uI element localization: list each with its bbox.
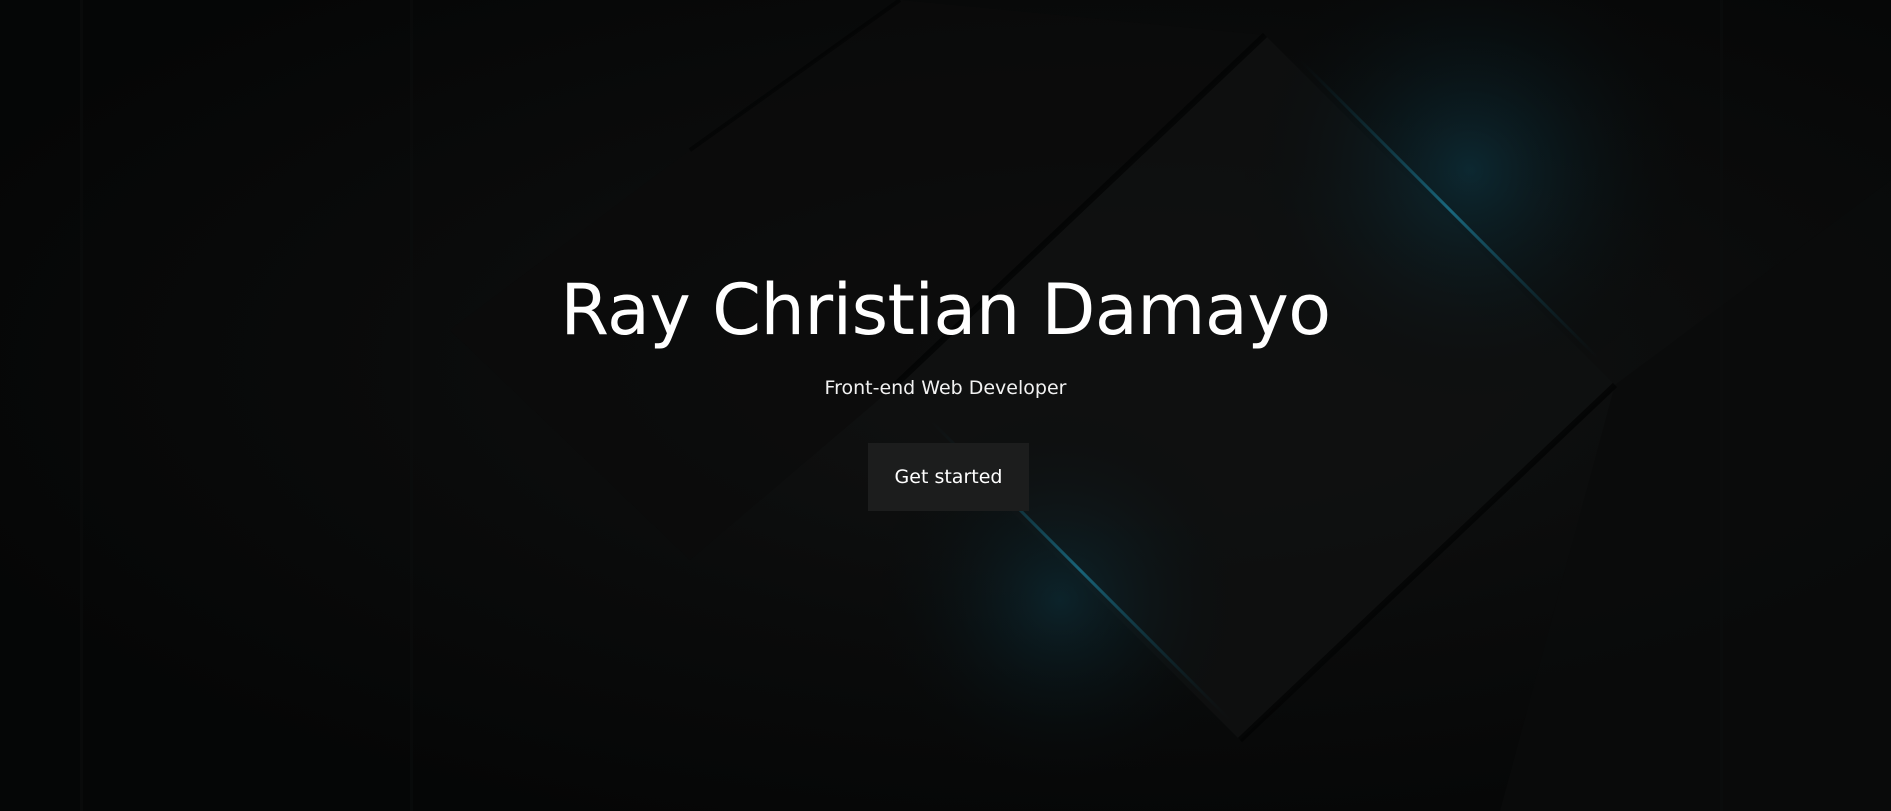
get-started-button[interactable]: Get started — [868, 443, 1029, 511]
hero-subtitle: Front-end Web Developer — [824, 377, 1067, 399]
hero-section: Ray Christian Damayo Front-end Web Devel… — [0, 0, 1891, 811]
hero-title: Ray Christian Damayo — [560, 269, 1331, 351]
hero-content: Ray Christian Damayo Front-end Web Devel… — [0, 0, 1891, 811]
